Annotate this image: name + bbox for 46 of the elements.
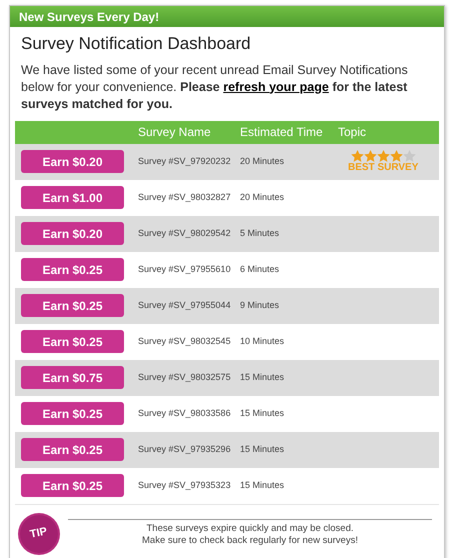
survey-name: Survey #SV_97935296 [138,442,232,456]
star-icon [364,150,377,162]
earn-button[interactable]: Earn $0.25 [21,474,124,497]
estimated-time: 20 Minutes [240,154,286,168]
column-header: Survey Name [138,124,212,141]
estimated-time: 15 Minutes [240,442,286,456]
column-header: Topic [338,124,366,141]
star-icon [402,150,416,162]
star-icon [350,150,364,162]
estimated-time: 15 Minutes [240,406,286,420]
earn-button[interactable]: Earn $1.00 [21,186,124,209]
banner-title: New Surveys Every Day! [19,8,160,26]
star-icon [390,150,403,162]
earn-button[interactable]: Earn $0.25 [21,402,124,425]
page-heading: Survey Notification Dashboard [21,33,252,55]
earn-button[interactable]: Earn $0.75 [21,366,124,389]
survey-name: Survey #SV_98029542 [138,226,232,240]
survey-name: Survey #SV_97955610 [138,262,232,276]
estimated-time: 6 Minutes [240,262,280,276]
tip-text: Make sure to check back regularly for new surveys! [141,534,359,546]
intro-paragraph: We have listed some of your recent unread Email Survey Notifications below for your convenience. Please refresh your page for the latest surveys matched for you. [21,62,409,112]
estimated-time: 10 Minutes [240,334,286,348]
estimated-time: 20 Minutes [240,190,286,204]
estimated-time: 15 Minutes [240,370,286,384]
survey-name: Survey #SV_97935323 [138,478,232,492]
column-header: Estimated Time [240,124,324,141]
estimated-time: 5 Minutes [240,226,280,240]
earn-button[interactable]: Earn $0.20 [21,150,124,173]
survey-name: Survey #SV_97955044 [138,298,232,312]
tip-text: These surveys expire quickly and may be closed. [146,522,354,534]
earn-button[interactable]: Earn $0.25 [21,438,124,461]
earn-button[interactable]: Earn $0.25 [21,294,124,317]
estimated-time: 9 Minutes [240,298,280,312]
survey-name: Survey #SV_98033586 [138,406,232,420]
estimated-time: 15 Minutes [240,478,286,492]
refresh-link[interactable]: refresh your page [223,80,329,94]
star-icon [376,150,390,162]
tip-badge: TIP [20,514,58,552]
survey-name: Survey #SV_98032575 [138,370,232,384]
survey-name: Survey #SV_98032545 [138,334,232,348]
earn-button[interactable]: Earn $0.25 [21,258,124,281]
survey-name: Survey #SV_98032827 [138,190,232,204]
earn-button[interactable]: Earn $0.25 [21,330,124,353]
best-survey-label: BEST SURVEY [348,162,418,173]
survey-name: Survey #SV_97920232 [138,154,232,168]
earn-button[interactable]: Earn $0.20 [21,222,124,245]
